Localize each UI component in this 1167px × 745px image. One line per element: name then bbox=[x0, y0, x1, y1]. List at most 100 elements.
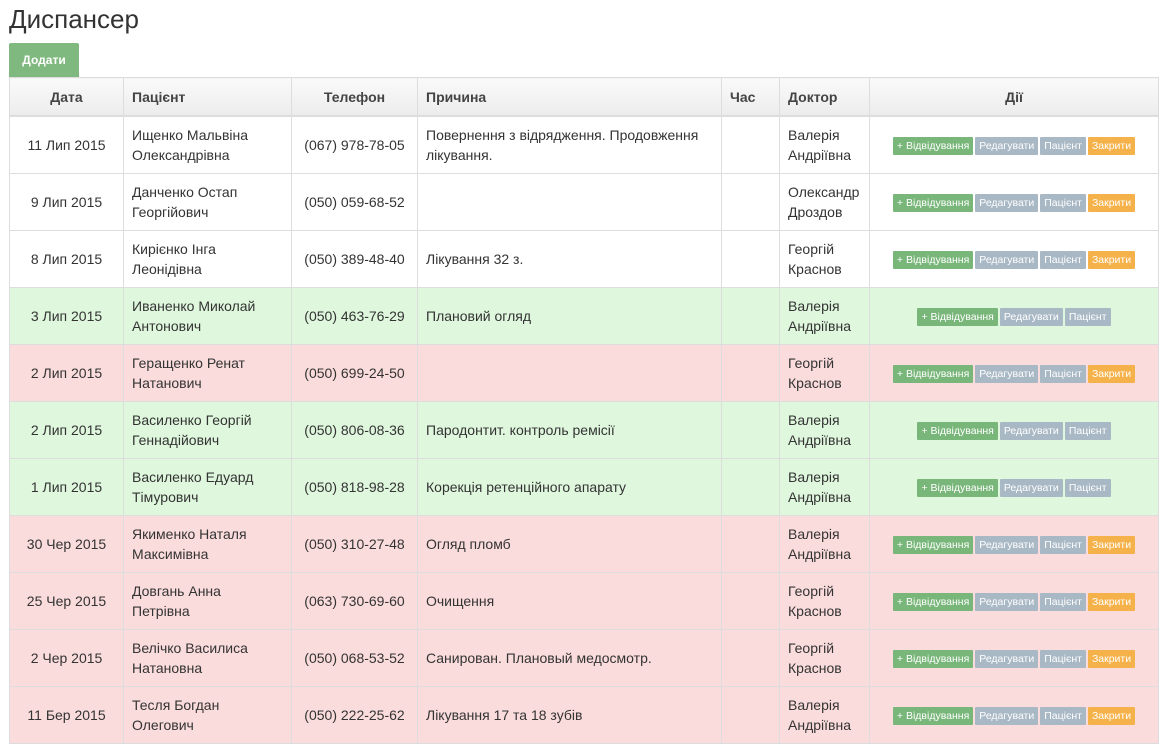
patient-button[interactable]: Пацієнт bbox=[1040, 650, 1086, 669]
close-button[interactable]: Закрити bbox=[1087, 593, 1136, 612]
cell-reason: Повернення з відрядження. Продовження лі… bbox=[417, 115, 722, 174]
edit-button[interactable]: Редагувати bbox=[999, 422, 1063, 441]
patient-button[interactable]: Пацієнт bbox=[1040, 251, 1086, 270]
patient-button[interactable]: Пацієнт bbox=[1040, 707, 1086, 726]
patient-surname-name: Ищенко Мальвіна bbox=[132, 127, 249, 143]
add-visit-button[interactable]: + Відвідування bbox=[917, 422, 998, 441]
table-row: 3 Лип 2015 Иваненко Миколай Антонович (050)… bbox=[9, 287, 1159, 345]
cell-doctor: Георгій Краснов bbox=[779, 344, 870, 402]
patient-button[interactable]: Пацієнт bbox=[1064, 479, 1111, 498]
add-visit-button[interactable]: + Відвідування bbox=[917, 308, 998, 327]
column-header-patient[interactable]: Пацієнт bbox=[123, 77, 292, 117]
cell-phone: (050) 310-27-48 bbox=[291, 515, 418, 573]
dispensary-table: Дата Пацієнт Телефон Причина Час Доктор … bbox=[9, 77, 1159, 744]
doctor-line-1: Олександр bbox=[788, 184, 860, 200]
add-visit-button[interactable]: + Відвідування bbox=[892, 650, 974, 669]
cell-time bbox=[721, 458, 780, 516]
cell-doctor: Валерія Андріївна bbox=[779, 287, 870, 345]
table-row: 25 Чер 2015 Довгань Анна Петрівна (063) 730… bbox=[9, 572, 1159, 630]
edit-button[interactable]: Редагувати bbox=[975, 536, 1039, 555]
cell-date: 25 Чер 2015 bbox=[9, 572, 124, 630]
cell-actions: + Відвідування Редагувати Пацієнт Закрити bbox=[869, 230, 1159, 288]
close-button[interactable]: Закрити bbox=[1087, 650, 1136, 669]
patient-button[interactable]: Пацієнт bbox=[1040, 194, 1086, 213]
patient-patronymic: Максимівна bbox=[132, 546, 209, 562]
doctor-line-2: Андріївна bbox=[788, 546, 851, 562]
doctor-line-1: Георгій bbox=[788, 241, 835, 257]
patient-surname-name: Василенко Едуард bbox=[132, 469, 254, 485]
cell-time bbox=[721, 572, 780, 630]
doctor-line-1: Георгій bbox=[788, 583, 835, 599]
patient-patronymic: Геннадійович bbox=[132, 432, 220, 448]
table-row: 30 Чер 2015 Якименко Наталя Максимівна (050… bbox=[9, 515, 1159, 573]
close-button[interactable]: Закрити bbox=[1087, 365, 1136, 384]
add-visit-button[interactable]: + Відвідування bbox=[892, 593, 974, 612]
close-button[interactable]: Закрити bbox=[1087, 707, 1136, 726]
close-button[interactable]: Закрити bbox=[1087, 536, 1136, 555]
cell-doctor: Валерія Андріївна bbox=[779, 458, 870, 516]
doctor-line-2: Андріївна bbox=[788, 489, 851, 505]
close-button[interactable]: Закрити bbox=[1087, 194, 1136, 213]
add-visit-button[interactable]: + Відвідування bbox=[892, 194, 974, 213]
cell-doctor: Валерія Андріївна bbox=[779, 401, 870, 459]
patient-button[interactable]: Пацієнт bbox=[1040, 137, 1086, 156]
edit-button[interactable]: Редагувати bbox=[975, 650, 1039, 669]
edit-button[interactable]: Редагувати bbox=[975, 593, 1039, 612]
edit-button[interactable]: Редагувати bbox=[975, 251, 1039, 270]
column-header-actions: Дії bbox=[869, 77, 1159, 117]
close-button[interactable]: Закрити bbox=[1087, 251, 1136, 270]
edit-button[interactable]: Редагувати bbox=[975, 707, 1039, 726]
cell-actions: + Відвідування Редагувати Пацієнт Закрити bbox=[869, 344, 1159, 402]
add-button[interactable]: Додати bbox=[9, 43, 79, 77]
cell-reason: Лікування 32 з. bbox=[417, 230, 722, 288]
column-header-date[interactable]: Дата bbox=[9, 77, 124, 117]
doctor-line-1: Валерія bbox=[788, 127, 840, 143]
column-header-doctor[interactable]: Доктор bbox=[779, 77, 870, 117]
cell-time bbox=[721, 686, 780, 744]
doctor-line-2: Дроздов bbox=[788, 204, 843, 220]
cell-reason bbox=[417, 344, 722, 402]
doctor-line-1: Валерія bbox=[788, 298, 840, 314]
patient-patronymic: Леонідівна bbox=[132, 261, 202, 277]
patient-button[interactable]: Пацієнт bbox=[1040, 365, 1086, 384]
patient-button[interactable]: Пацієнт bbox=[1040, 536, 1086, 555]
patient-patronymic: Натановна bbox=[132, 660, 203, 676]
patient-button[interactable]: Пацієнт bbox=[1064, 422, 1111, 441]
cell-date: 2 Лип 2015 bbox=[9, 401, 124, 459]
doctor-line-1: Валерія bbox=[788, 412, 840, 428]
patient-surname-name: Довгань Анна bbox=[132, 583, 221, 599]
cell-reason bbox=[417, 173, 722, 231]
patient-surname-name: Данченко Остап bbox=[132, 184, 238, 200]
cell-phone: (050) 463-76-29 bbox=[291, 287, 418, 345]
table-row: 8 Лип 2015 Кирієнко Інга Леонідівна (050) 3… bbox=[9, 230, 1159, 288]
edit-button[interactable]: Редагувати bbox=[999, 308, 1063, 327]
cell-patient: Ищенко Мальвіна Олександрівна bbox=[123, 115, 292, 174]
doctor-line-1: Валерія bbox=[788, 526, 840, 542]
column-header-time[interactable]: Час bbox=[721, 77, 780, 117]
edit-button[interactable]: Редагувати bbox=[999, 479, 1063, 498]
close-button[interactable]: Закрити bbox=[1087, 137, 1136, 156]
column-header-reason[interactable]: Причина bbox=[417, 77, 722, 117]
add-visit-button[interactable]: + Відвідування bbox=[892, 251, 974, 270]
table-header-row: Дата Пацієнт Телефон Причина Час Доктор … bbox=[9, 77, 1159, 117]
add-visit-button[interactable]: + Відвідування bbox=[892, 137, 974, 156]
edit-button[interactable]: Редагувати bbox=[975, 194, 1039, 213]
add-visit-button[interactable]: + Відвідування bbox=[917, 479, 998, 498]
cell-phone: (067) 978-78-05 bbox=[291, 115, 418, 174]
patient-button[interactable]: Пацієнт bbox=[1064, 308, 1111, 327]
edit-button[interactable]: Редагувати bbox=[975, 365, 1039, 384]
patient-button[interactable]: Пацієнт bbox=[1040, 593, 1086, 612]
edit-button[interactable]: Редагувати bbox=[975, 137, 1039, 156]
patient-surname-name: Иваненко Миколай bbox=[132, 298, 256, 314]
cell-date: 2 Лип 2015 bbox=[9, 344, 124, 402]
column-header-phone[interactable]: Телефон bbox=[291, 77, 418, 117]
add-visit-button[interactable]: + Відвідування bbox=[892, 536, 974, 555]
doctor-line-2: Краснов bbox=[788, 375, 842, 391]
table-row: 9 Лип 2015 Данченко Остап Георгійович (050)… bbox=[9, 173, 1159, 231]
cell-doctor: Валерія Андріївна bbox=[779, 115, 870, 174]
add-visit-button[interactable]: + Відвідування bbox=[892, 365, 974, 384]
add-visit-button[interactable]: + Відвідування bbox=[892, 707, 974, 726]
patient-patronymic: Петрівна bbox=[132, 603, 190, 619]
patient-patronymic: Натанович bbox=[132, 375, 202, 391]
cell-reason: Очищення bbox=[417, 572, 722, 630]
